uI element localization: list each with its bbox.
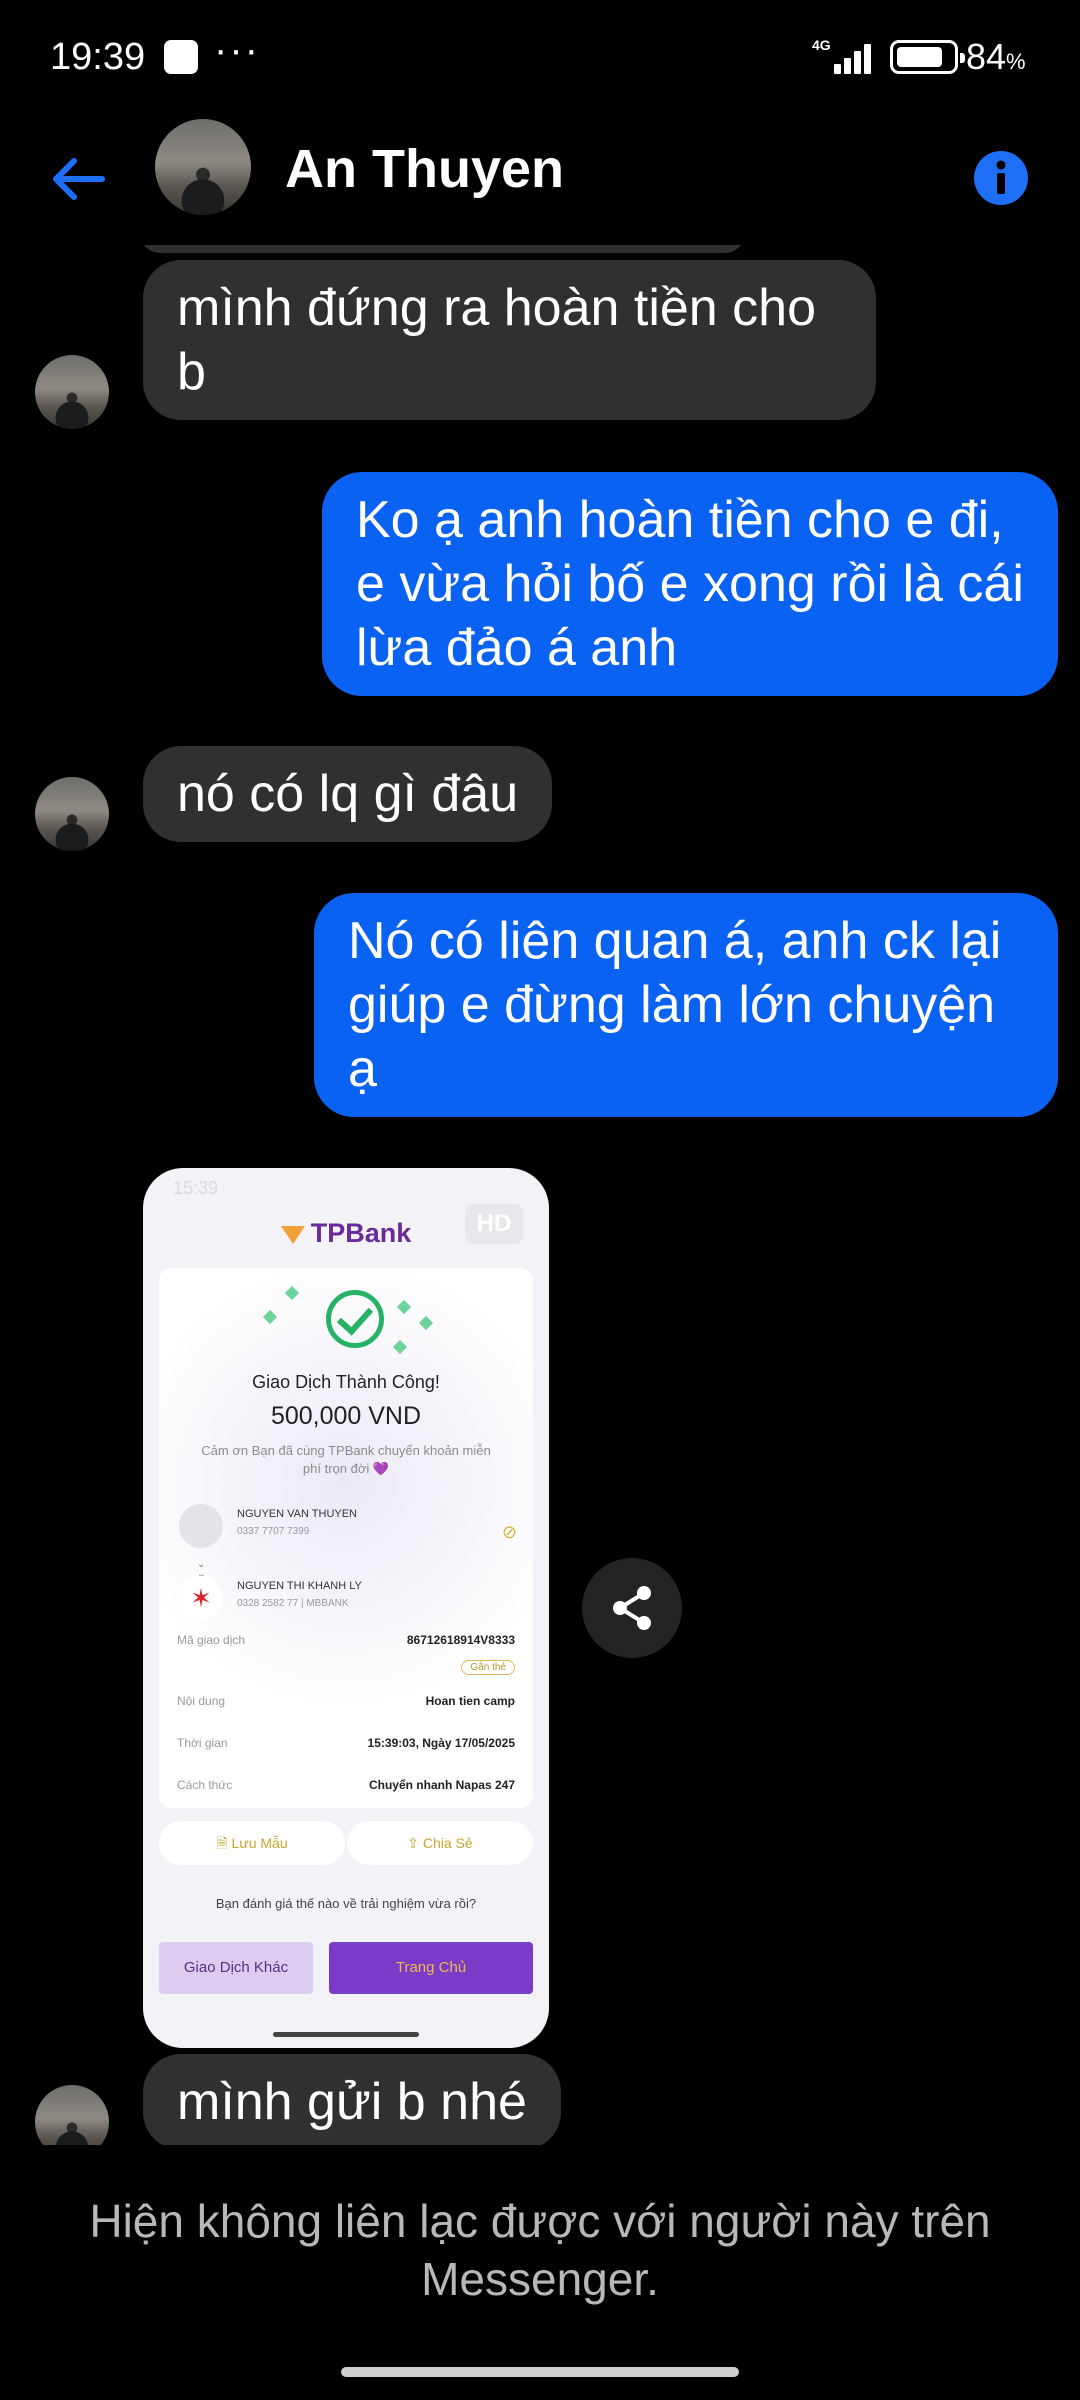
hide-eye-icon: ⊘ [501,1522,517,1542]
tx-id-value: 86712618914V8333 [406,1633,515,1647]
receiver-account: 0328 2582 77 | MBBANK [237,1598,349,1609]
previous-message-bubble [140,245,745,253]
upload-icon: ⇪ [407,1835,423,1851]
sender-avatar[interactable] [35,355,109,429]
info-icon [974,151,1028,205]
info-button[interactable] [966,143,1036,213]
mbbank-logo-icon: ✶ [179,1576,223,1620]
signal-icon: 4G [812,38,876,74]
message-incoming[interactable]: nó có lq gì đâu [143,746,553,842]
receiver-name: NGUYEN THI KHANH LY [237,1580,362,1592]
save-template-button: 🗎 Lưu Mẫu [159,1821,345,1865]
receipt-home-indicator [273,2032,419,2037]
rating-question: Bạn đánh giá thế nào về trải nghiệm vừa … [215,1896,477,1911]
contact-avatar[interactable] [155,119,251,215]
sender-avatar[interactable] [35,2085,109,2145]
home-button: Trang Chủ [329,1942,533,1994]
arrow-left-icon [53,158,105,200]
sender-avatar-icon [179,1504,223,1548]
sender-name: NGUYEN VAN THUYEN [237,1508,358,1520]
back-button[interactable] [38,139,118,219]
time-label: Thời gian [177,1736,228,1750]
tx-id-label: Mã giao dịch [177,1633,246,1647]
messenger-screen: 19:39 ··· 4G 84% An Thuyen mình đứng ra … [0,0,1080,2400]
share-button[interactable] [582,1558,682,1658]
status-time: 19:39 [50,36,146,78]
unavailable-notice: Hiện không liên lạc được với người này t… [89,2195,991,2305]
battery-percent: 84% [966,36,1026,77]
sender-avatar[interactable] [35,777,109,851]
document-icon: 🗎 [216,1835,232,1851]
chat-header: An Thuyen [0,115,1080,245]
tag-chip: Gắn thẻ [461,1660,515,1675]
content-label: Nội dung [177,1694,226,1708]
message-incoming[interactable]: mình gửi b nhé [143,2054,561,2145]
method-label: Cách thức [177,1778,233,1792]
receipt-title: Giao Dịch Thành Công! [252,1372,440,1392]
contact-name[interactable]: An Thuyen [285,139,564,199]
network-type: 4G [812,37,831,53]
transfer-receipt-image[interactable]: 15:39 HD TPBank Giao Dịch Thành Công! 50… [143,1168,549,2048]
home-indicator[interactable] [341,2367,739,2377]
sender-account: 0337 7707 7399 [237,1526,310,1537]
message-list[interactable]: mình đứng ra hoàn tiền cho b Ko ạ anh ho… [0,245,1080,2145]
battery-icon [890,40,965,74]
notification-app-icon [164,40,198,74]
receipt-amount: 500,000 VND [270,1402,422,1430]
success-check-icon [326,1290,384,1348]
share-icon [613,1586,651,1630]
receipt-note: Cảm ơn Bạn đã cùng TPBank chuyển khoản m… [201,1443,491,1476]
time-value: 15:39:03, Ngày 17/05/2025 [367,1736,515,1750]
message-incoming[interactable]: mình đứng ra hoàn tiền cho b [143,260,876,420]
receipt-share-button: ⇪ Chia Sẻ [347,1821,533,1865]
tpbank-logo: TPBank [143,1218,549,1249]
message-outgoing[interactable]: Nó có liên quan á, anh ck lại giúp e đừn… [314,893,1058,1117]
method-value: Chuyển nhanh Napas 247 [368,1778,515,1792]
more-notifications-icon: ··· [214,28,260,72]
status-bar: 19:39 ··· 4G 84% [0,0,1080,115]
other-transaction-button: Giao Dịch Khác [159,1942,313,1994]
content-value: Hoan tien camp [425,1694,515,1708]
receipt-status-time: 15:39 [173,1178,219,1198]
message-outgoing[interactable]: Ko ạ anh hoàn tiền cho e đi, e vừa hỏi b… [322,472,1058,696]
receipt-panel: Giao Dịch Thành Công! 500,000 VND Cảm ơn… [159,1268,533,1808]
